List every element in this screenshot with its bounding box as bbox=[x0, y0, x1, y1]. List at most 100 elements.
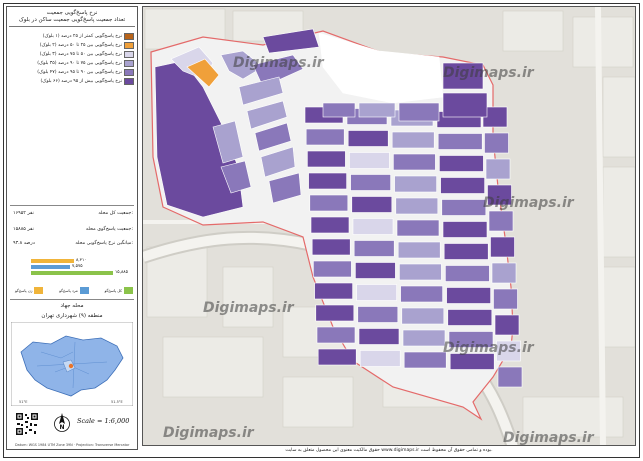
map-scale: Scale = 1:6,000 bbox=[77, 417, 130, 425]
census-block bbox=[494, 314, 520, 336]
map-canvas: Digimaps.ir Digimaps.ir Digimaps.ir Digi… bbox=[143, 7, 635, 446]
legend-swatch bbox=[124, 51, 134, 58]
census-block bbox=[307, 150, 346, 168]
census-block bbox=[446, 287, 491, 304]
watermark: Digimaps.ir bbox=[483, 195, 575, 211]
census-block bbox=[347, 130, 389, 147]
legend-panel: نرخ پاسخ‌گویی جمعیت تعداد جمعیت پاسخ‌گوی… bbox=[6, 6, 138, 450]
legend: نرخ پاسخ‌گویی کمتر از ۲۵ درصد (۱ بلوک) ن… bbox=[10, 32, 134, 86]
census-block bbox=[439, 155, 484, 172]
census-block bbox=[351, 196, 393, 213]
census-block bbox=[445, 265, 490, 282]
census-block bbox=[440, 177, 485, 194]
respondents-label: جمعیت پاسخ‌گوی محله: bbox=[85, 227, 133, 232]
census-block bbox=[311, 238, 351, 256]
divider bbox=[10, 205, 134, 206]
census-block bbox=[398, 102, 440, 122]
census-block bbox=[315, 304, 355, 322]
legend-item: نرخ پاسخ‌گویی بیش از ۹۵ درصد (۶۶ بلوک) bbox=[10, 77, 134, 86]
respondents-value: ۱۵۸۸۵ نفر bbox=[13, 227, 34, 232]
legend-item: نرخ پاسخ‌گویی بین ۵۰ تا ۷۵ درصد (۳ بلوک) bbox=[10, 50, 134, 59]
census-block bbox=[314, 282, 353, 300]
rate-label: میانگین نرخ پاسخ‌گویی محله: bbox=[75, 241, 133, 246]
census-block bbox=[397, 241, 441, 259]
census-block bbox=[491, 262, 517, 284]
bar-legend-item: کل پاسخ‌گو bbox=[104, 287, 133, 294]
divider bbox=[10, 299, 134, 300]
census-block bbox=[447, 309, 493, 326]
census-block bbox=[485, 158, 511, 180]
legend-item: نرخ پاسخ‌گویی بین ۲۵ تا ۵۰ درصد (۲ بلوک) bbox=[10, 41, 134, 50]
census-block bbox=[350, 174, 391, 191]
census-block bbox=[402, 329, 446, 347]
bar-legend: زن پاسخ‌گو مرد پاسخ‌گو کل پاسخ‌گو bbox=[15, 287, 133, 294]
census-block bbox=[309, 194, 349, 212]
census-block bbox=[356, 284, 397, 301]
bar-legend-item: مرد پاسخ‌گو bbox=[59, 287, 89, 294]
copyright-footer: حقوق مالکیت معنوی این محصول متعلق به سای… bbox=[285, 448, 493, 453]
census-block bbox=[497, 366, 523, 388]
census-block bbox=[441, 199, 487, 216]
legend-swatch bbox=[124, 42, 134, 49]
census-block bbox=[394, 175, 437, 193]
census-block bbox=[399, 263, 442, 281]
census-block bbox=[316, 326, 356, 344]
map-view[interactable]: Digimaps.ir Digimaps.ir Digimaps.ir Digi… bbox=[142, 6, 636, 446]
location-inset-map: 51°E 51.5°E bbox=[11, 322, 133, 406]
total-bar bbox=[31, 271, 113, 275]
legend-item: نرخ پاسخ‌گویی کمتر از ۲۵ درصد (۱ بلوک) bbox=[10, 32, 134, 41]
watermark: Digimaps.ir bbox=[233, 55, 325, 71]
census-block bbox=[358, 102, 396, 118]
census-block bbox=[403, 351, 447, 369]
total-population-label: جمعیت کل محله: bbox=[98, 211, 133, 216]
male-bar-label: ۷,۵۷۵ bbox=[72, 264, 83, 269]
census-block bbox=[484, 132, 509, 154]
census-block bbox=[490, 236, 515, 258]
census-block bbox=[391, 131, 435, 149]
legend-swatch bbox=[124, 69, 134, 76]
census-block bbox=[393, 153, 436, 171]
watermark: Digimaps.ir bbox=[503, 430, 595, 446]
total-population-value: ۱۶۹۵۲ نفر bbox=[13, 211, 34, 216]
census-block bbox=[488, 210, 514, 232]
legend-swatch bbox=[124, 60, 134, 67]
census-block bbox=[359, 350, 401, 367]
census-block bbox=[355, 262, 396, 279]
legend-swatch bbox=[124, 33, 134, 40]
legend-item: نرخ پاسخ‌گویی بین ۷۵ تا ۹۰ درصد (۳۵ بلوک… bbox=[10, 59, 134, 68]
census-block bbox=[442, 92, 488, 118]
census-block bbox=[443, 243, 489, 260]
watermark: Digimaps.ir bbox=[443, 340, 535, 356]
projection-note: Datum: WGS 1984 UTM Zone 39N · Projectio… bbox=[15, 443, 130, 447]
svg-text:51°E: 51°E bbox=[19, 400, 27, 404]
north-label: N bbox=[59, 424, 64, 431]
census-block bbox=[317, 348, 357, 366]
census-block bbox=[396, 219, 440, 237]
location-title: محله جهاد bbox=[60, 303, 84, 309]
census-block bbox=[395, 197, 439, 215]
census-block bbox=[322, 102, 356, 118]
census-block bbox=[313, 260, 352, 278]
census-block bbox=[349, 152, 390, 169]
svg-text:51.5°E: 51.5°E bbox=[111, 400, 123, 404]
map-subtitle: تعداد جمعیت پاسخ‌گویی جمعیت ساکن در بلوک bbox=[9, 17, 135, 27]
census-block bbox=[305, 128, 345, 146]
location-subtitle: منطقه (۹) شهرداری تهران bbox=[41, 313, 103, 319]
census-block bbox=[442, 221, 488, 238]
census-block bbox=[352, 218, 394, 235]
census-block bbox=[308, 172, 347, 190]
watermark: Digimaps.ir bbox=[163, 425, 255, 441]
census-block bbox=[437, 133, 483, 150]
total-bar-label: ۱۵,۸۸۵ bbox=[115, 270, 128, 275]
qr-code-icon bbox=[15, 412, 39, 436]
male-bar bbox=[31, 265, 70, 269]
census-block bbox=[401, 307, 445, 325]
legend-swatch bbox=[124, 78, 134, 85]
female-bar bbox=[31, 259, 74, 263]
census-block bbox=[400, 285, 443, 303]
female-bar-label: ۸,۳۱۰ bbox=[76, 258, 87, 263]
rate-value: ۹۳.۸ درصد bbox=[13, 241, 35, 246]
watermark: Digimaps.ir bbox=[203, 300, 295, 316]
watermark: Digimaps.ir bbox=[443, 65, 535, 81]
census-block bbox=[310, 216, 350, 234]
